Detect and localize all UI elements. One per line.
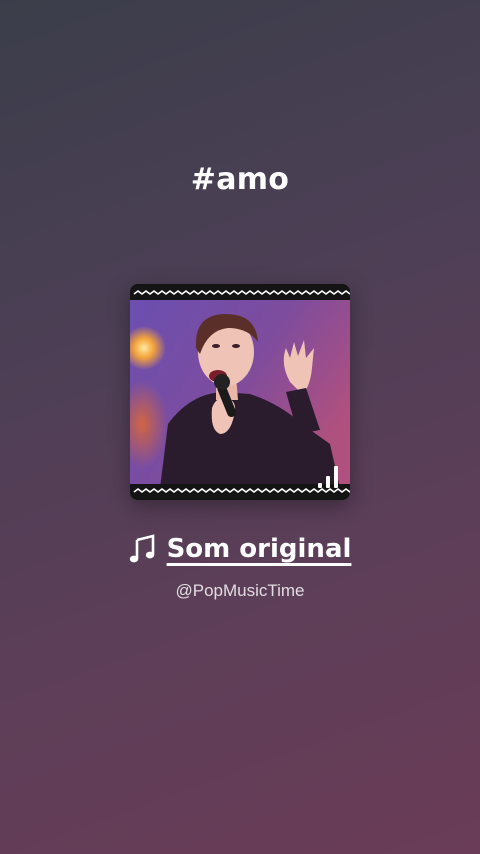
sound-cover-card[interactable] — [130, 284, 350, 500]
hashtag-title[interactable]: #amo — [0, 162, 480, 197]
sound-title-link[interactable]: Som original — [167, 534, 352, 564]
sound-row[interactable]: Som original — [0, 534, 480, 564]
video-thumbnail — [130, 284, 350, 500]
creator-handle[interactable]: @PopMusicTime — [0, 581, 480, 601]
music-note-icon — [129, 534, 154, 563]
